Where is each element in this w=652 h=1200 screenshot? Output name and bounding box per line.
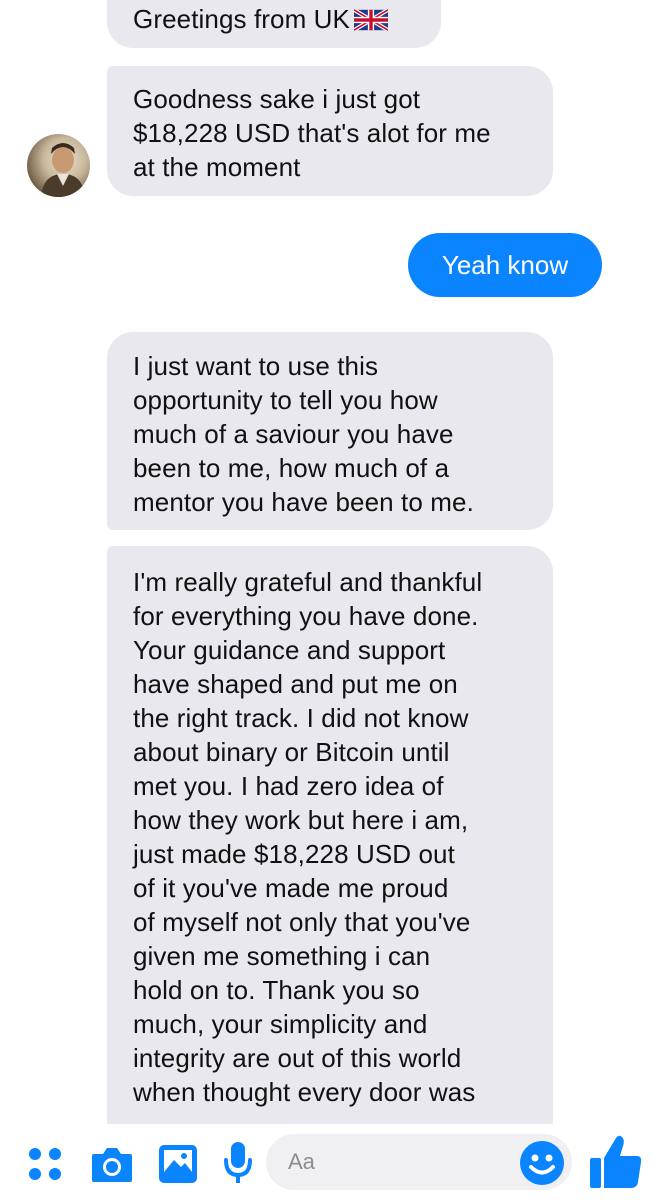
menu-dots-icon[interactable] [26, 1145, 64, 1183]
microphone-icon[interactable] [222, 1140, 254, 1186]
emoji-icon[interactable] [518, 1139, 566, 1187]
camera-icon[interactable] [90, 1144, 134, 1184]
gallery-icon[interactable] [157, 1143, 199, 1185]
uk-flag-icon [354, 9, 388, 31]
message-bubble[interactable]: Greetings from UK [107, 0, 441, 48]
message-text: Greetings from UK [133, 4, 350, 34]
message-composer: Aa [0, 1124, 652, 1200]
avatar-photo [41, 143, 85, 197]
message-bubble[interactable]: I'm really grateful and thankful for eve… [107, 546, 553, 1124]
outgoing-message-bubble[interactable]: Yeah know [408, 233, 602, 297]
message-thread: Greetings from UK Goodness sake i just g… [0, 0, 652, 1124]
message-bubble[interactable]: I just want to use this opportunity to t… [107, 332, 553, 530]
message-input-placeholder: Aa [288, 1149, 315, 1174]
message-bubble[interactable]: Goodness sake i just got $18,228 USD tha… [107, 66, 553, 196]
thumbs-up-icon[interactable] [588, 1132, 644, 1192]
contact-avatar[interactable] [27, 134, 90, 197]
